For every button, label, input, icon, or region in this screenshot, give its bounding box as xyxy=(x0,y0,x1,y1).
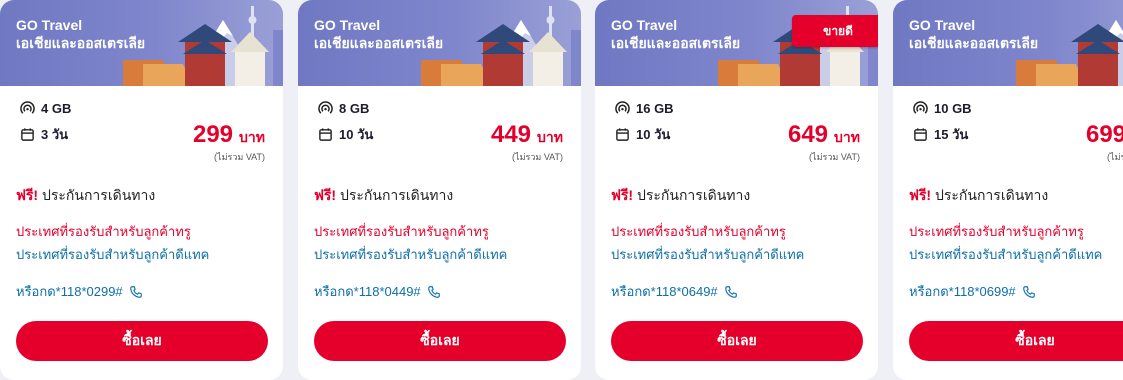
data-allowance: 10 GB xyxy=(913,101,972,116)
phone-icon xyxy=(1022,285,1035,298)
vat-note: (ไม่รวม VAT) xyxy=(809,152,860,162)
ussd-code: หรือกด*118*0449# xyxy=(314,284,421,299)
region-name: เอเชียและออสเตรเลีย xyxy=(611,35,741,51)
phone-icon xyxy=(427,285,440,298)
ussd-dial-link[interactable]: หรือกด*118*0649# xyxy=(611,281,738,302)
validity: 15 วัน xyxy=(913,124,968,145)
validity-days: 10 วัน xyxy=(636,127,671,142)
countries-dtac-link[interactable]: ประเทศที่รองรับสำหรับลูกค้าดีแทค xyxy=(314,244,507,265)
vat-note: (ไม่รวม VAT) xyxy=(1107,152,1123,162)
insurance-label: ประกันการเดินทาง xyxy=(636,187,751,203)
countries-true-link[interactable]: ประเทศที่รองรับสำหรับลูกค้าทรู xyxy=(909,221,1084,242)
ussd-code: หรือกด*118*0649# xyxy=(611,284,718,299)
ussd-dial-link[interactable]: หรือกด*118*0299# xyxy=(16,281,143,302)
phone-icon xyxy=(724,285,737,298)
data-allowance: 16 GB xyxy=(615,101,674,116)
package-title: GO Travel เอเชียและออสเตรเลีย xyxy=(16,16,145,52)
calendar-icon xyxy=(914,128,927,141)
buy-now-button[interactable]: ซื้อเลย xyxy=(611,321,863,361)
region-name: เอเชียและออสเตรเลีย xyxy=(909,35,1039,51)
insurance-label: ประกันการเดินทาง xyxy=(339,187,454,203)
vat-note: (ไม่รวม VAT) xyxy=(512,152,563,162)
price-amount: 449 xyxy=(490,121,532,148)
package-card: GO Travel เอเชียและออสเตรเลีย 4 GB 3 วัน xyxy=(0,0,283,380)
brand-name: GO Travel xyxy=(909,17,976,33)
data-amount: 10 GB xyxy=(934,101,972,116)
brand-name: GO Travel xyxy=(314,17,381,33)
calendar-icon xyxy=(21,128,34,141)
bestseller-badge: ขายดี xyxy=(792,15,878,47)
package-title: GO Travel เอเชียและออสเตรเลีย xyxy=(909,16,1038,52)
validity: 10 วัน xyxy=(318,124,373,145)
validity-days: 15 วัน xyxy=(934,127,969,142)
calendar-icon xyxy=(319,128,332,141)
free-label: ฟรี! xyxy=(611,187,634,203)
data-allowance: 4 GB xyxy=(20,101,71,116)
data-amount: 8 GB xyxy=(339,101,370,116)
region-name: เอเชียและออสเตรเลีย xyxy=(314,35,444,51)
price: 299 บาท xyxy=(193,121,265,149)
free-label: ฟรี! xyxy=(909,187,932,203)
price: 699 บาท xyxy=(1086,121,1123,149)
brand-name: GO Travel xyxy=(16,17,83,33)
validity-days: 3 วัน xyxy=(41,127,69,142)
buy-now-button[interactable]: ซื้อเลย xyxy=(314,321,566,361)
phone-icon xyxy=(129,285,142,298)
data-amount: 16 GB xyxy=(636,101,674,116)
package-banner: GO Travel เอเชียและออสเตรเลีย xyxy=(0,0,283,86)
price: 649 บาท xyxy=(788,121,860,149)
insurance-benefit: ฟรี! ประกันการเดินทาง xyxy=(16,185,155,207)
countries-dtac-link[interactable]: ประเทศที่รองรับสำหรับลูกค้าดีแทค xyxy=(16,244,209,265)
package-banner: GO Travel เอเชียและออสเตรเลีย xyxy=(893,0,1123,86)
package-banner: GO Travel เอเชียและออสเตรเลีย xyxy=(298,0,581,86)
ussd-dial-link[interactable]: หรือกด*118*0699# xyxy=(909,281,1036,302)
insurance-benefit: ฟรี! ประกันการเดินทาง xyxy=(314,185,453,207)
ussd-code: หรือกด*118*0299# xyxy=(16,284,123,299)
insurance-label: ประกันการเดินทาง xyxy=(934,187,1049,203)
countries-true-link[interactable]: ประเทศที่รองรับสำหรับลูกค้าทรู xyxy=(611,221,786,242)
brand-name: GO Travel xyxy=(611,17,678,33)
data-amount: 4 GB xyxy=(41,101,72,116)
data-allowance: 8 GB xyxy=(318,101,369,116)
free-label: ฟรี! xyxy=(314,187,337,203)
ussd-code: หรือกด*118*0699# xyxy=(909,284,1016,299)
calendar-icon xyxy=(616,128,629,141)
countries-true-link[interactable]: ประเทศที่รองรับสำหรับลูกค้าทรู xyxy=(16,221,191,242)
validity: 3 วัน xyxy=(20,124,68,145)
package-card: GO Travel เอเชียและออสเตรเลีย 10 GB 15 ว… xyxy=(893,0,1123,380)
insurance-label: ประกันการเดินทาง xyxy=(41,187,156,203)
free-label: ฟรี! xyxy=(16,187,39,203)
insurance-benefit: ฟรี! ประกันการเดินทาง xyxy=(909,185,1048,207)
package-title: GO Travel เอเชียและออสเตรเลีย xyxy=(611,16,740,52)
package-title: GO Travel เอเชียและออสเตรเลีย xyxy=(314,16,443,52)
countries-true-link[interactable]: ประเทศที่รองรับสำหรับลูกค้าทรู xyxy=(314,221,489,242)
signal-icon xyxy=(318,101,333,114)
price-amount: 649 xyxy=(787,121,829,148)
price-amount: 699 xyxy=(1085,121,1123,148)
vat-note: (ไม่รวม VAT) xyxy=(214,152,265,162)
price-amount: 299 xyxy=(192,121,234,148)
price: 449 บาท xyxy=(491,121,563,149)
region-name: เอเชียและออสเตรเลีย xyxy=(16,35,146,51)
validity: 10 วัน xyxy=(615,124,670,145)
landmarks-illustration xyxy=(421,6,581,86)
countries-dtac-link[interactable]: ประเทศที่รองรับสำหรับลูกค้าดีแทค xyxy=(611,244,804,265)
package-card: GO Travel เอเชียและออสเตรเลีย 8 GB 10 วั… xyxy=(298,0,581,380)
price-currency: บาท xyxy=(239,129,265,145)
validity-days: 10 วัน xyxy=(339,127,374,142)
insurance-benefit: ฟรี! ประกันการเดินทาง xyxy=(611,185,750,207)
price-currency: บาท xyxy=(834,129,860,145)
package-card: GO Travel เอเชียและออสเตรเลีย ขายดี 16 G… xyxy=(595,0,878,380)
signal-icon xyxy=(20,101,35,114)
signal-icon xyxy=(913,101,928,114)
ussd-dial-link[interactable]: หรือกด*118*0449# xyxy=(314,281,441,302)
buy-now-button[interactable]: ซื้อเลย xyxy=(16,321,268,361)
price-currency: บาท xyxy=(537,129,563,145)
countries-dtac-link[interactable]: ประเทศที่รองรับสำหรับลูกค้าดีแทค xyxy=(909,244,1102,265)
buy-now-button[interactable]: ซื้อเลย xyxy=(909,321,1123,361)
landmarks-illustration xyxy=(123,6,283,86)
signal-icon xyxy=(615,101,630,114)
